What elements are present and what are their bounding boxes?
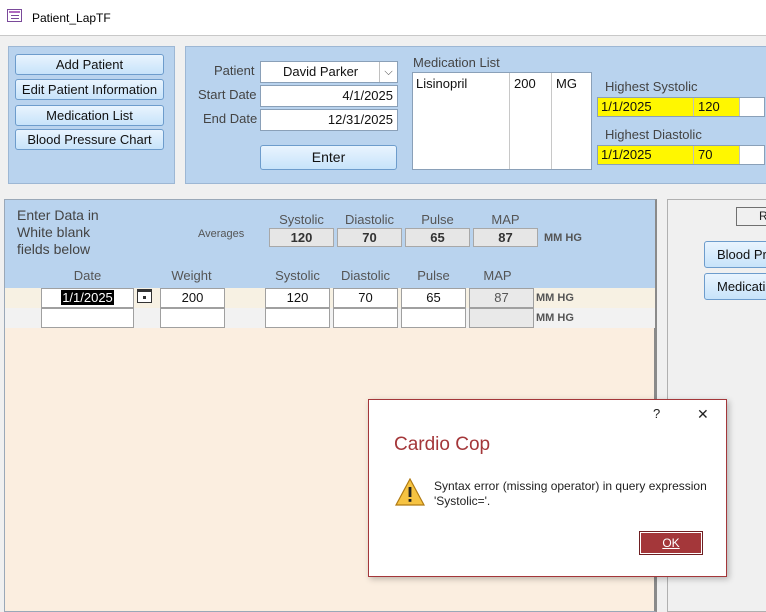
- subform-header: Enter Data in White blank fields below A…: [5, 200, 655, 288]
- blank-column: [739, 98, 764, 116]
- blood-pressure-side-label: Blood Pr: [717, 247, 766, 262]
- right-top-button[interactable]: R: [736, 207, 766, 226]
- medication-listbox[interactable]: Lisinopril 200 MG: [412, 72, 592, 170]
- pulse-cell[interactable]: 65: [401, 288, 466, 308]
- table-row: 1/1/2025 200 120 70 65 87 MM HG: [5, 288, 655, 308]
- table-row: MM HG: [5, 308, 655, 328]
- right-top-button-label: R: [759, 209, 766, 223]
- end-date-field[interactable]: 12/31/2025: [260, 109, 398, 131]
- weight-cell[interactable]: 200: [160, 288, 225, 308]
- medication-list-button[interactable]: Medication List: [15, 105, 164, 126]
- col-map: MAP: [483, 268, 512, 283]
- avg-header-diastolic: Diastolic: [344, 212, 395, 227]
- highest-systolic-field: 1/1/2025 120: [597, 97, 765, 117]
- averages-label: Averages: [198, 228, 245, 240]
- medication-list-title: Medication List: [413, 55, 500, 70]
- end-date-label: End Date: [203, 111, 258, 126]
- highest-diastolic-field: 1/1/2025 70: [597, 145, 765, 165]
- navigation-panel: Add Patient Edit Patient Information Med…: [8, 46, 175, 184]
- error-dialog: ? ✕ Cardio Cop Syntax error (missing ope…: [368, 399, 727, 577]
- blood-pressure-chart-button[interactable]: Blood Pressure Chart: [15, 129, 164, 150]
- row-unit: MM HG: [536, 312, 574, 324]
- column-divider: [693, 98, 694, 116]
- avg-header-pulse: Pulse: [421, 212, 454, 227]
- title-bar: Patient_LapTF: [0, 0, 766, 36]
- add-patient-button[interactable]: Add Patient: [15, 54, 164, 75]
- highest-diastolic-value: 70: [698, 147, 713, 162]
- start-date-field[interactable]: 4/1/2025: [260, 85, 398, 107]
- help-button[interactable]: ?: [653, 406, 660, 421]
- blood-pressure-side-button[interactable]: Blood Pr: [704, 241, 766, 268]
- date-cell[interactable]: [41, 308, 134, 328]
- column-divider: [693, 146, 694, 164]
- row-unit: MM HG: [536, 292, 574, 304]
- column-divider: [509, 73, 510, 169]
- medication-dose: 200: [514, 76, 536, 91]
- avg-header-map: MAP: [491, 212, 520, 227]
- blank-column: [739, 146, 764, 164]
- diastolic-cell[interactable]: [333, 308, 398, 328]
- col-diastolic: Diastolic: [340, 268, 391, 283]
- highest-diastolic-label: Highest Diastolic: [605, 127, 702, 142]
- weight-cell[interactable]: [160, 308, 225, 328]
- avg-unit: MM HG: [544, 232, 582, 244]
- systolic-cell[interactable]: [265, 308, 330, 328]
- warning-icon: [395, 478, 425, 506]
- edit-patient-button[interactable]: Edit Patient Information: [15, 79, 164, 100]
- start-date-label: Start Date: [198, 87, 257, 102]
- avg-diastolic: 70: [337, 228, 402, 247]
- close-icon[interactable]: ✕: [697, 406, 709, 423]
- form-icon: [7, 9, 22, 22]
- filter-panel: Patient David Parker ⌵ Start Date 4/1/20…: [185, 46, 766, 184]
- medication-name: Lisinopril: [416, 76, 468, 91]
- avg-pulse: 65: [405, 228, 470, 247]
- col-systolic: Systolic: [275, 268, 320, 283]
- enter-button[interactable]: Enter: [260, 145, 397, 170]
- highest-systolic-value: 120: [698, 99, 720, 114]
- medication-side-label: Medicati: [717, 279, 766, 294]
- col-date: Date: [73, 268, 102, 283]
- window-title: Patient_LapTF: [32, 11, 111, 25]
- avg-map: 87: [473, 228, 538, 247]
- map-cell: [469, 308, 534, 328]
- col-weight: Weight: [171, 268, 212, 283]
- chevron-down-icon[interactable]: ⌵: [379, 62, 397, 82]
- patient-value: David Parker: [283, 64, 359, 79]
- ok-button[interactable]: OK: [639, 531, 703, 555]
- highest-diastolic-date: 1/1/2025: [601, 147, 652, 162]
- avg-systolic: 120: [269, 228, 334, 247]
- calendar-icon[interactable]: [137, 289, 152, 303]
- medication-side-button[interactable]: Medicati: [704, 273, 766, 300]
- diastolic-cell[interactable]: 70: [333, 288, 398, 308]
- ok-button-label: OK: [662, 536, 680, 550]
- date-value: 1/1/2025: [61, 290, 114, 305]
- pulse-cell[interactable]: [401, 308, 466, 328]
- systolic-cell[interactable]: 120: [265, 288, 330, 308]
- col-pulse: Pulse: [417, 268, 450, 283]
- column-divider: [551, 73, 552, 169]
- highest-systolic-label: Highest Systolic: [605, 79, 698, 94]
- date-cell[interactable]: 1/1/2025: [41, 288, 134, 308]
- patient-combo[interactable]: David Parker ⌵: [260, 61, 398, 83]
- highest-systolic-date: 1/1/2025: [601, 99, 652, 114]
- medication-unit: MG: [556, 76, 577, 91]
- dialog-title: Cardio Cop: [394, 434, 491, 455]
- dialog-message: Syntax error (missing operator) in query…: [434, 479, 707, 508]
- patient-label: Patient: [214, 63, 255, 78]
- avg-header-systolic: Systolic: [279, 212, 324, 227]
- entry-instructions: Enter Data in White blank fields below: [17, 207, 99, 257]
- map-cell: 87: [469, 288, 534, 308]
